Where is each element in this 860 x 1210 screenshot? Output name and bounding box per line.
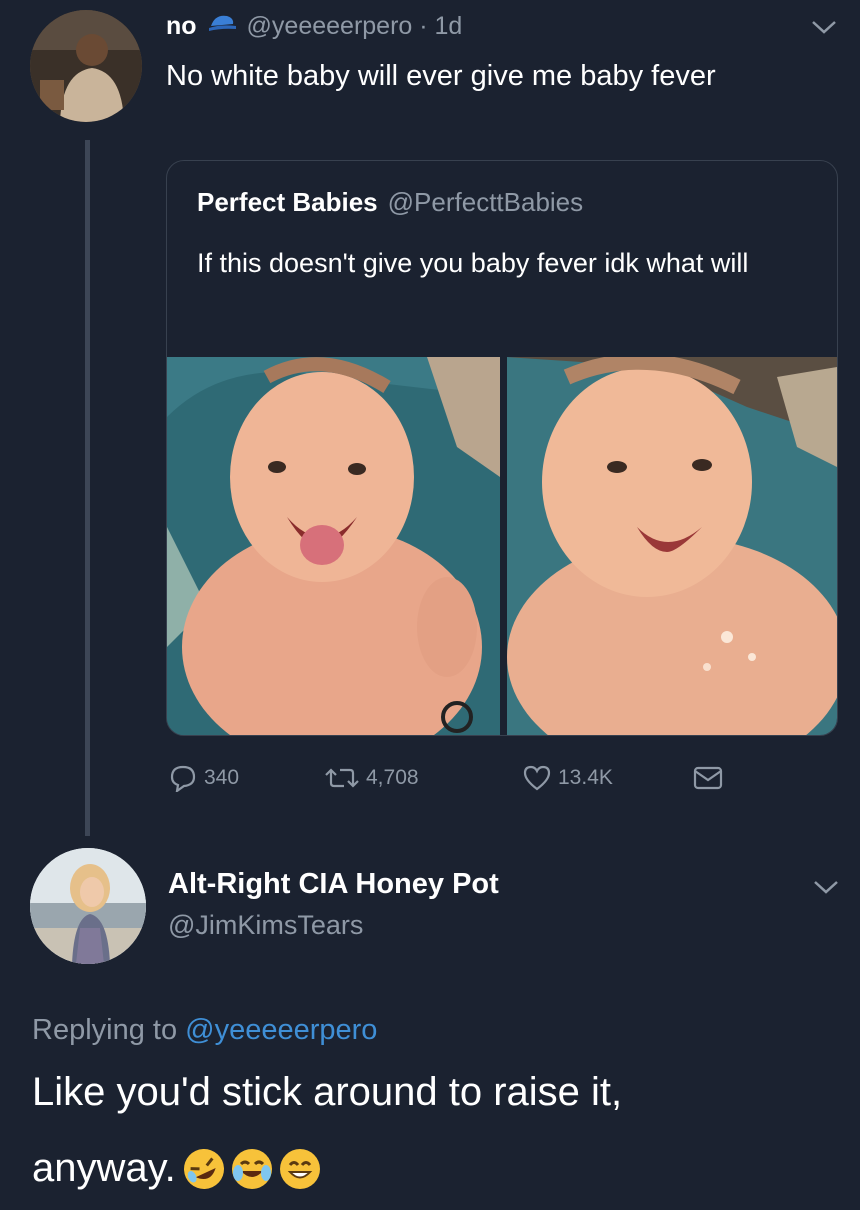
quoted-tweet-card[interactable]: Perfect Babies @PerfecttBabies If this d… <box>166 160 838 736</box>
reply-display-name[interactable]: Alt-Right CIA Honey Pot <box>168 868 499 901</box>
heart-icon <box>523 765 551 791</box>
tweet1-display-name[interactable]: no <box>166 12 197 41</box>
like-count: 13.4K <box>558 766 613 789</box>
baby-photo-1 <box>167 357 500 735</box>
tweet1-handle-time[interactable]: @yeeeeerpero · 1d <box>247 12 463 41</box>
hat-icon <box>207 12 237 41</box>
baby-photo-2 <box>507 357 837 735</box>
grinning-face-smiling-eyes-icon <box>279 1148 320 1189</box>
avatar-honey-pot[interactable] <box>30 848 146 964</box>
quoted-handle[interactable]: @PerfecttBabies <box>388 187 583 218</box>
reply-handle[interactable]: @JimKimsTears <box>168 910 363 941</box>
quoted-display-name[interactable]: Perfect Babies <box>197 187 378 218</box>
rolling-on-floor-laughing-icon <box>177 1141 231 1196</box>
dm-button[interactable] <box>692 765 724 791</box>
retweet-button[interactable]: 4,708 <box>324 765 514 791</box>
like-button[interactable]: 13.4K <box>522 764 682 792</box>
quoted-photo-1[interactable] <box>167 357 500 735</box>
tweet1-text: No white baby will ever give me baby fev… <box>166 60 716 92</box>
replying-to-label: Replying to <box>32 1014 178 1046</box>
avatar-no[interactable] <box>30 10 142 122</box>
avatar-image <box>30 10 142 122</box>
replying-to-link[interactable]: @yeeeeerpero <box>185 1014 377 1046</box>
reply-text-line2: anyway. <box>32 1146 176 1190</box>
reply-icon <box>170 765 196 792</box>
thread-line <box>85 140 90 836</box>
quoted-text: If this doesn't give you baby fever idk … <box>197 248 749 278</box>
envelope-icon <box>693 766 723 790</box>
avatar-image <box>30 848 146 964</box>
chevron-down-icon[interactable] <box>810 18 838 36</box>
retweet-count: 4,708 <box>366 766 419 789</box>
retweet-icon <box>325 768 359 788</box>
quoted-photo-2[interactable] <box>507 357 837 735</box>
reply-count: 340 <box>204 766 240 789</box>
tears-of-joy-icon <box>231 1148 272 1189</box>
reply-text-line1: Like you'd stick around to raise it, <box>32 1070 623 1114</box>
reply-button[interactable]: 340 <box>168 764 278 792</box>
reply-chevron-down-icon[interactable] <box>812 878 840 896</box>
